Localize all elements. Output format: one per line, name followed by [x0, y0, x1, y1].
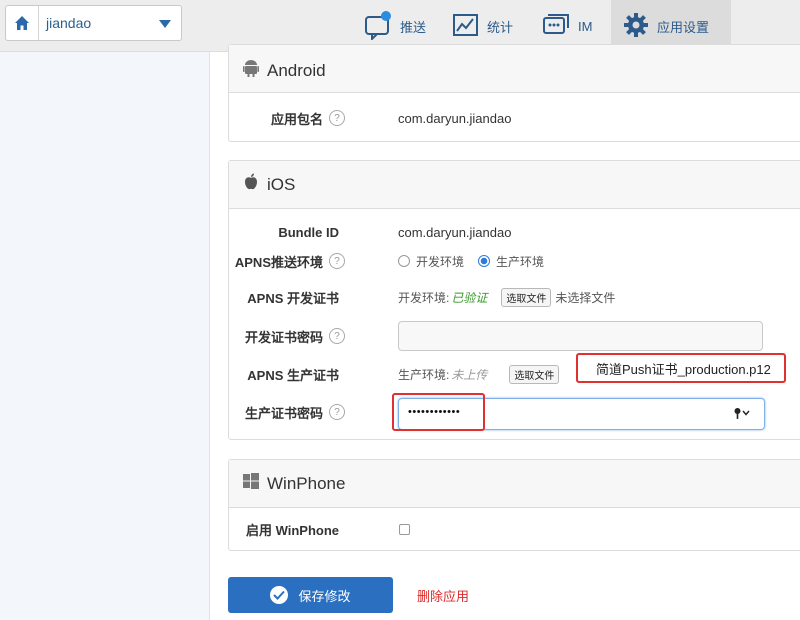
home-icon[interactable]	[6, 6, 39, 40]
winphone-title: WinPhone	[267, 473, 346, 493]
nav-label: IM	[578, 18, 593, 34]
bundle-row: Bundle ID com.daryun.jiandao	[229, 217, 800, 247]
save-button[interactable]: 保存修改	[228, 577, 393, 613]
winphone-enable-row: 启用 WinPhone	[229, 514, 800, 544]
gear-icon	[623, 12, 649, 41]
key-dropdown-icon[interactable]	[734, 407, 752, 419]
ios-header: iOS	[229, 161, 800, 209]
nav-label: 应用设置	[657, 19, 710, 35]
dev-cert-row: APNS 开发证书 开发环境: 已验证 选取文件 未选择文件	[229, 282, 800, 312]
winphone-enable-checkbox-wrap	[399, 523, 410, 535]
winphone-enable-label: 启用 WinPhone	[245, 522, 339, 538]
nav-label: 推送	[400, 19, 427, 35]
dev-pwd-label: 开发证书密码 ?	[245, 327, 345, 346]
package-value: com.daryun.jiandao	[398, 110, 512, 126]
dev-pwd-input[interactable]	[398, 321, 763, 351]
bundle-value: com.daryun.jiandao	[398, 224, 512, 240]
bundle-label: Bundle ID	[278, 224, 339, 240]
apns-env-row: APNS推送环境 ? 开发环境 生产环境	[229, 246, 800, 276]
delete-app-link[interactable]: 删除应用	[417, 586, 469, 605]
prod-file-name: 简道Push证书_production.p12	[596, 361, 771, 377]
apple-icon	[243, 173, 259, 196]
save-button-label: 保存修改	[298, 588, 351, 604]
android-title: Android	[267, 60, 326, 80]
apns-env-label: APNS推送环境 ?	[235, 252, 345, 271]
prod-cert-value: 生产环境: 未上传 选取文件	[398, 364, 560, 384]
dev-choose-file-button[interactable]: 选取文件	[501, 287, 552, 307]
dev-pwd-label-text: 开发证书密码	[244, 329, 323, 345]
push-chat-icon	[364, 10, 392, 43]
prod-pwd-highlight: ••••••••••••	[392, 393, 485, 431]
dev-cert-label: APNS 开发证书	[247, 290, 339, 306]
nav-label: 统计	[487, 19, 514, 35]
package-label: 应用包名 ?	[271, 109, 345, 128]
android-panel: Android 应用包名 ? com.daryun.jiandao	[228, 44, 800, 142]
env-radio-group: 开发环境 生产环境	[398, 253, 544, 270]
winphone-enable-checkbox[interactable]	[399, 523, 410, 535]
chat-icon	[542, 11, 570, 42]
winphone-panel: WinPhone 启用 WinPhone	[228, 459, 800, 551]
radio-dev-label: 开发环境	[416, 254, 465, 269]
help-icon[interactable]: ?	[329, 110, 345, 126]
prod-choose-file-button[interactable]: 选取文件	[509, 364, 560, 384]
chevron-down-icon[interactable]	[159, 20, 171, 28]
android-header: Android	[229, 45, 800, 93]
app-selector[interactable]: jiandao	[5, 5, 182, 41]
chart-icon	[453, 13, 479, 40]
ios-panel: iOS Bundle ID com.daryun.jiandao APNS推送环…	[228, 160, 800, 440]
prod-pwd-label: 生产证书密码 ?	[245, 403, 345, 422]
sidebar	[0, 52, 210, 620]
help-icon[interactable]: ?	[329, 328, 345, 344]
apns-env-label-text: APNS推送环境	[234, 254, 323, 270]
ios-title: iOS	[267, 174, 296, 194]
radio-dev-env[interactable]	[398, 255, 410, 267]
prod-cert-label: APNS 生产证书	[247, 367, 339, 383]
prod-file-name-highlight: 简道Push证书_production.p12	[576, 353, 786, 383]
help-icon[interactable]: ?	[329, 404, 345, 420]
app-name: jiandao	[46, 15, 92, 31]
dev-status: 已验证	[451, 290, 488, 305]
package-row: 应用包名 ? com.daryun.jiandao	[229, 103, 800, 133]
radio-prod-env[interactable]	[478, 255, 491, 267]
prod-env-prefix: 生产环境:	[398, 367, 450, 382]
dev-no-file: 未选择文件	[555, 290, 616, 305]
prod-pwd-value: ••••••••••••	[408, 406, 461, 418]
help-icon[interactable]: ?	[329, 253, 345, 269]
windows-icon	[243, 473, 259, 494]
winphone-header: WinPhone	[229, 460, 800, 508]
dev-cert-value: 开发环境: 已验证 选取文件 未选择文件	[398, 287, 616, 307]
android-icon	[243, 59, 259, 82]
radio-prod-label: 生产环境	[496, 254, 545, 269]
prod-status: 未上传	[451, 367, 488, 382]
check-icon	[270, 586, 289, 604]
prod-pwd-label-text: 生产证书密码	[244, 405, 323, 421]
dev-env-prefix: 开发环境:	[398, 290, 450, 305]
package-label-text: 应用包名	[270, 111, 323, 127]
